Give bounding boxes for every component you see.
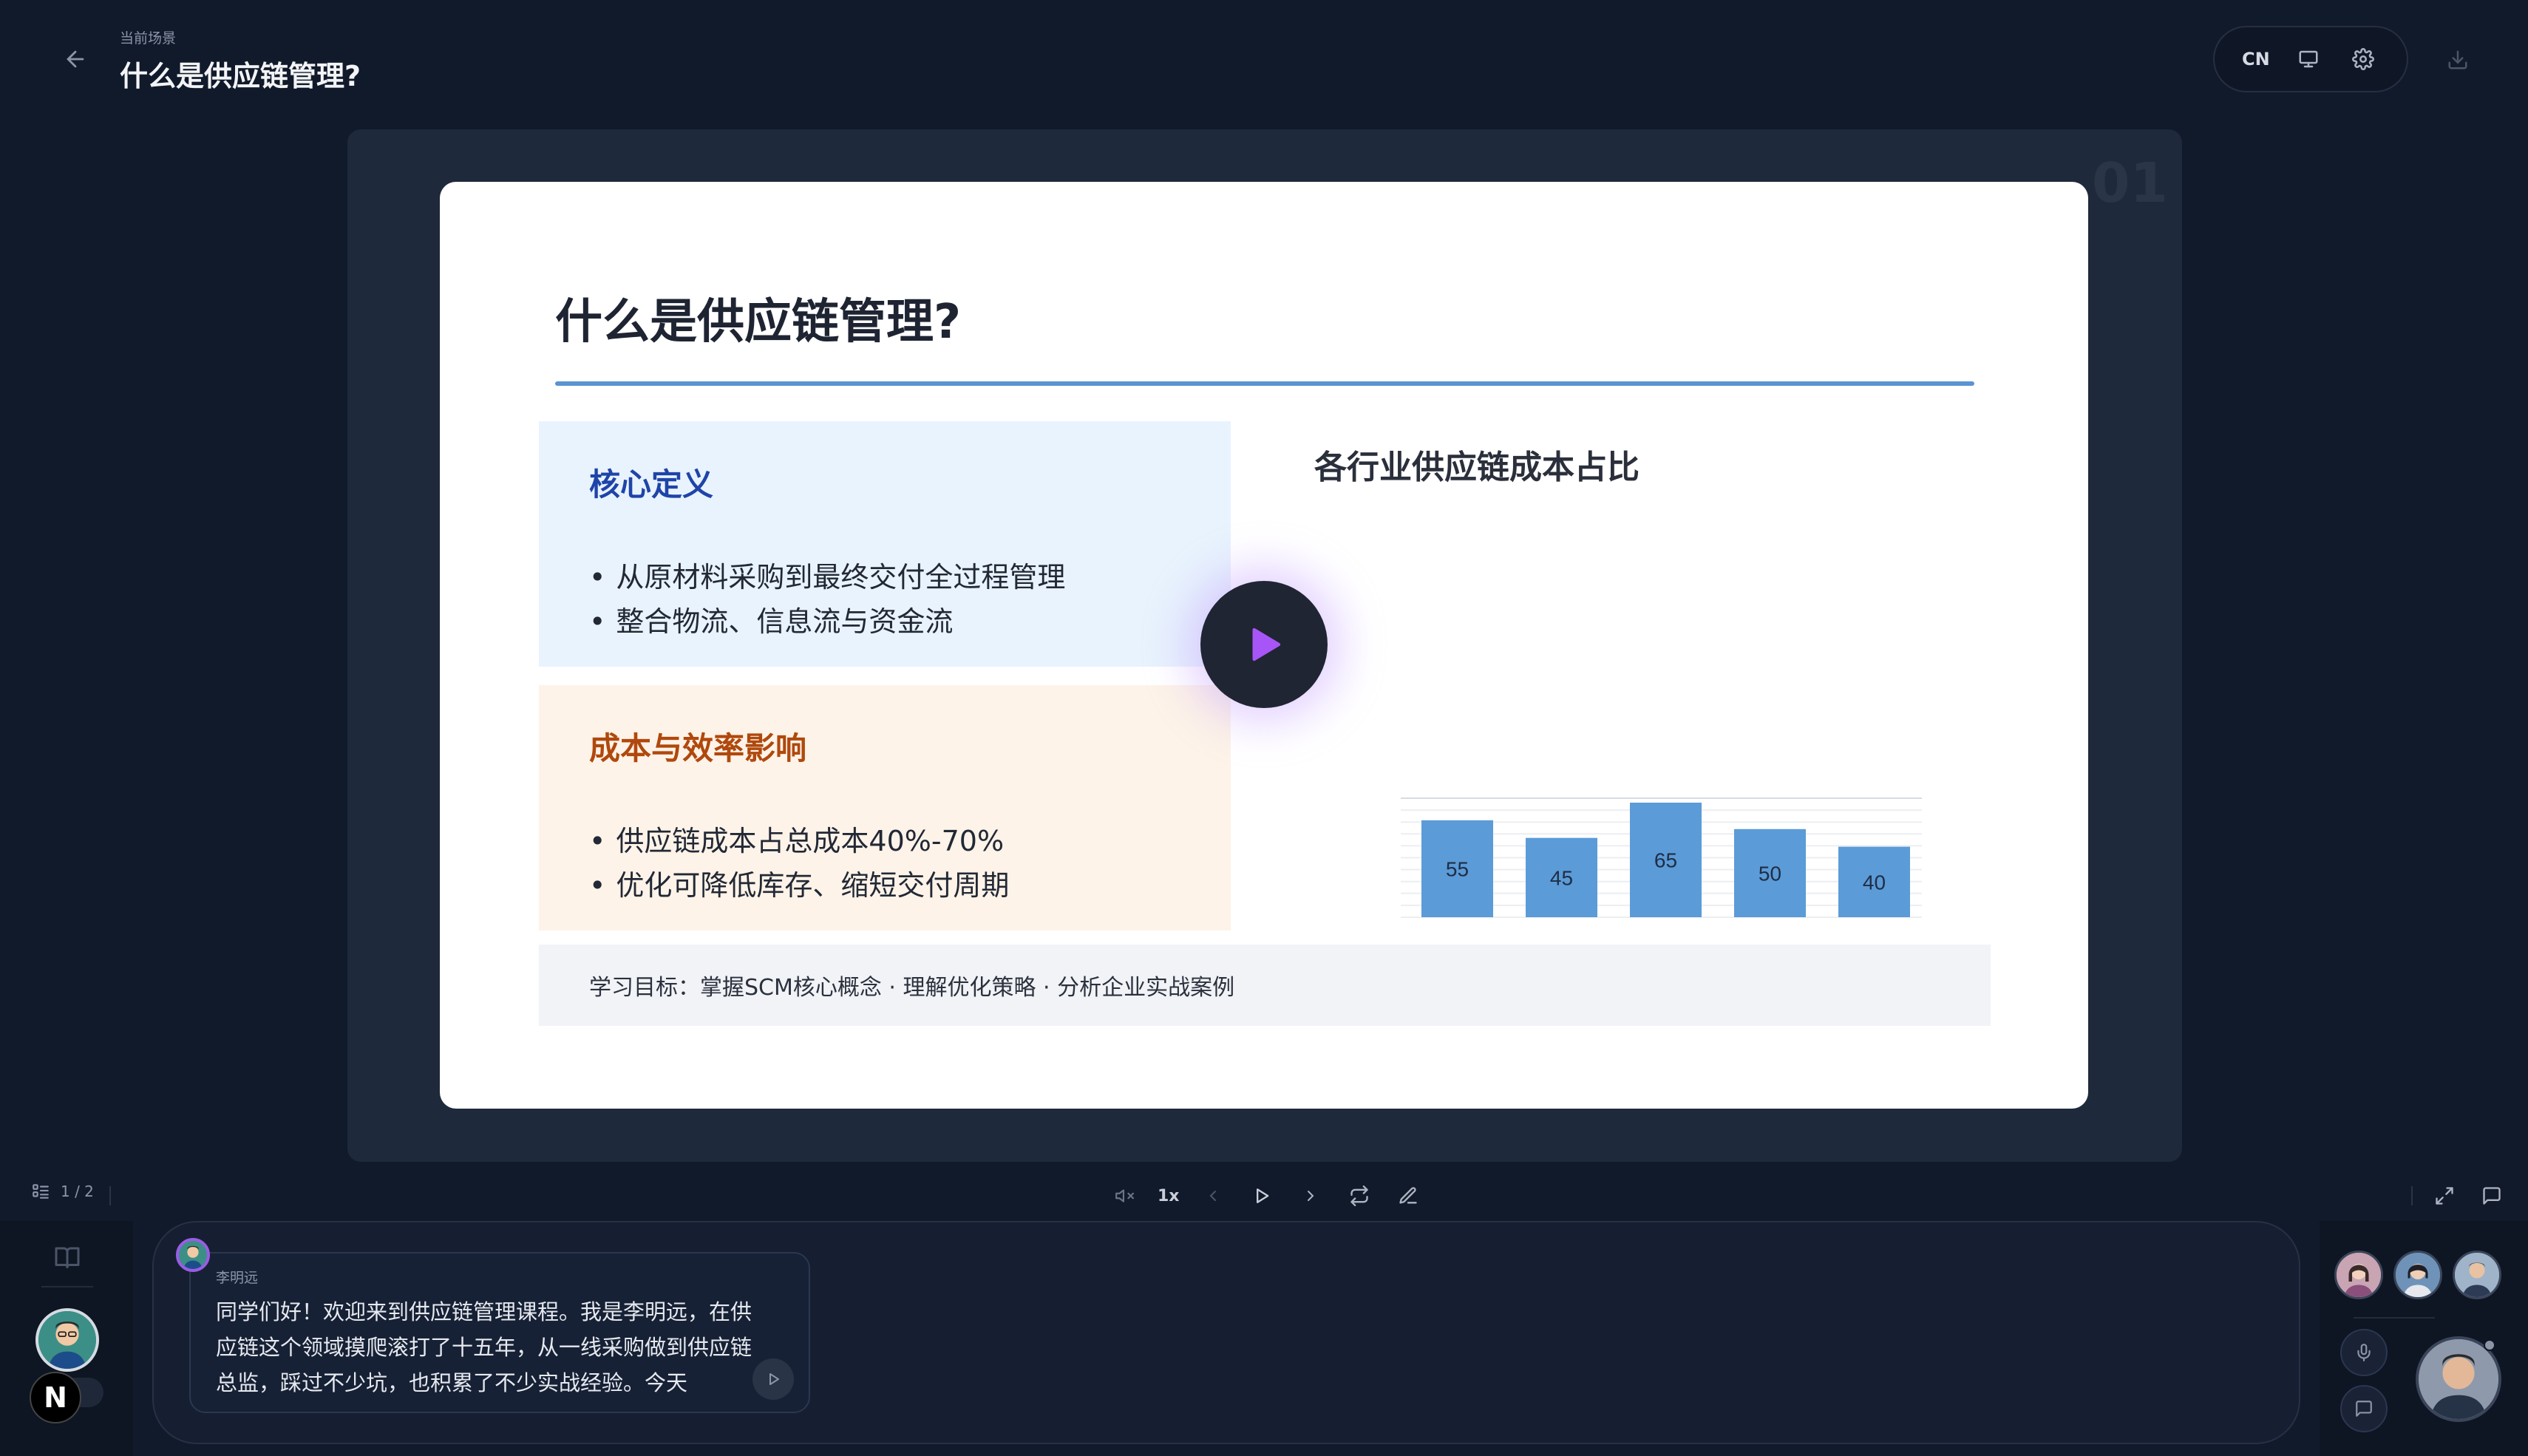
language-toggle[interactable]: CN [2242, 49, 2270, 69]
message-icon [2483, 1187, 2501, 1205]
divider [2411, 1186, 2413, 1205]
card-bullet-list: 供应链成本占总成本40%-70% 优化可降低库存、缩短交付周期 [589, 819, 1231, 908]
speed-button[interactable]: 1x [1158, 1187, 1180, 1205]
chart-data-label: 55 [1446, 857, 1469, 880]
chat-message: 李明远 同学们好！欢迎来到供应链管理课程。我是李明远，在供应链这个领域摸爬滚打了… [189, 1252, 810, 1413]
participant-avatar[interactable] [2393, 1251, 2442, 1299]
monitor-button[interactable] [2292, 43, 2325, 75]
n-logo[interactable]: N [30, 1372, 81, 1423]
play-outline-icon [769, 1373, 779, 1385]
avatar-icon [2337, 1253, 2381, 1297]
microphone-button[interactable] [2340, 1329, 2388, 1376]
status-dot [2484, 1339, 2495, 1351]
list-icon [33, 1184, 49, 1199]
divider [109, 1186, 111, 1205]
avatar-icon [38, 1311, 96, 1369]
download-button[interactable] [2439, 41, 2476, 78]
card-heading: 核心定义 [589, 466, 714, 503]
back-button[interactable] [58, 41, 93, 77]
repeat-icon [1350, 1185, 1368, 1206]
speaker-name: 李明远 [216, 1270, 259, 1286]
card-core-definition: 核心定义 从原材料采购到最终交付全过程管理 整合物流、信息流与资金流 [539, 421, 1231, 667]
avatar-icon [2419, 1339, 2498, 1419]
previous-button[interactable] [1197, 1180, 1229, 1211]
play-icon [1252, 627, 1281, 661]
cost-bar-chart: 55 45 65 50 40 [1401, 797, 1922, 918]
slide-play-button[interactable] [1200, 581, 1328, 708]
scene-title: 什么是供应链管理? [120, 60, 361, 92]
teacher-avatar[interactable] [35, 1308, 99, 1372]
card-cost-efficiency: 成本与效率影响 供应链成本占总成本40%-70% 优化可降低库存、缩短交付周期 [539, 685, 1231, 931]
chart-data-label: 50 [1759, 862, 1781, 885]
top-control-group: CN [2213, 26, 2408, 92]
chart-title: 各行业供应链成本占比 [1314, 449, 1640, 486]
avatar-icon [179, 1241, 207, 1269]
message-play-button[interactable] [752, 1358, 794, 1400]
page-indicator[interactable]: 1 / 2 [31, 1182, 94, 1201]
microphone-icon [2357, 1344, 2371, 1361]
card-bullet: 供应链成本占总成本40%-70% [589, 819, 1231, 863]
chart-data-label: 45 [1550, 866, 1573, 889]
chart-data-label: 40 [1863, 871, 1886, 894]
chevron-right-icon [1307, 1191, 1314, 1201]
speaker-avatar [176, 1238, 210, 1272]
playback-control-bar: 1 / 2 1x [0, 1171, 2528, 1220]
download-icon [2448, 50, 2467, 69]
lesson-book-button[interactable] [47, 1239, 87, 1276]
message-text: 同学们好！欢迎来到供应链管理课程。我是李明远，在供应链这个领域摸爬滚打了十五年，… [216, 1299, 752, 1395]
monitor-icon [2299, 50, 2318, 68]
book-icon [55, 1247, 80, 1268]
settings-button[interactable] [2347, 43, 2379, 75]
arrow-left-icon [67, 50, 84, 68]
card-bullet: 从原材料采购到最终交付全过程管理 [589, 555, 1231, 599]
right-controls [2411, 1180, 2507, 1211]
next-button[interactable] [1295, 1180, 1326, 1211]
center-controls: 1x [1109, 1180, 1424, 1211]
volume-mute-icon [1115, 1189, 1134, 1202]
pen-icon [1399, 1187, 1417, 1204]
card-heading: 成本与效率影响 [589, 730, 807, 766]
card-bullet: 整合物流、信息流与资金流 [589, 599, 1231, 644]
comment-button[interactable] [2476, 1180, 2507, 1211]
slide-title: 什么是供应链管理? [555, 295, 962, 350]
chat-button[interactable] [2340, 1385, 2388, 1432]
slide-number: 01 [2092, 152, 2168, 215]
page-count: 1 / 2 [61, 1183, 94, 1200]
card-bullet-list: 从原材料采购到最终交付全过程管理 整合物流、信息流与资金流 [589, 555, 1231, 644]
title-divider [555, 381, 1974, 386]
right-rail [2320, 1221, 2528, 1456]
gear-icon [2351, 48, 2374, 70]
play-outline-icon [1256, 1188, 1268, 1203]
divider [2354, 1317, 2435, 1319]
learning-goal-bar: 学习目标：掌握SCM核心概念 · 理解优化策略 · 分析企业实战案例 [539, 945, 1991, 1026]
mute-button[interactable] [1109, 1180, 1140, 1211]
scene-label: 当前场景 [120, 30, 177, 47]
top-bar: 当前场景 什么是供应链管理? CN [0, 0, 2528, 126]
participant-avatar[interactable] [2453, 1251, 2501, 1299]
card-bullet: 优化可降低库存、缩短交付周期 [589, 863, 1231, 908]
divider [41, 1286, 93, 1287]
expand-icon [2436, 1187, 2453, 1205]
participant-avatar[interactable] [2334, 1251, 2383, 1299]
avatar-icon [2396, 1253, 2440, 1297]
chart-data-label: 65 [1654, 849, 1677, 872]
fullscreen-button[interactable] [2429, 1180, 2460, 1211]
play-button[interactable] [1246, 1180, 1277, 1211]
left-rail: N [0, 1221, 133, 1456]
loop-button[interactable] [1344, 1180, 1375, 1211]
avatar-icon [2455, 1253, 2499, 1297]
message-icon [2356, 1401, 2372, 1417]
chevron-left-icon [1209, 1191, 1216, 1201]
annotate-button[interactable] [1393, 1180, 1424, 1211]
